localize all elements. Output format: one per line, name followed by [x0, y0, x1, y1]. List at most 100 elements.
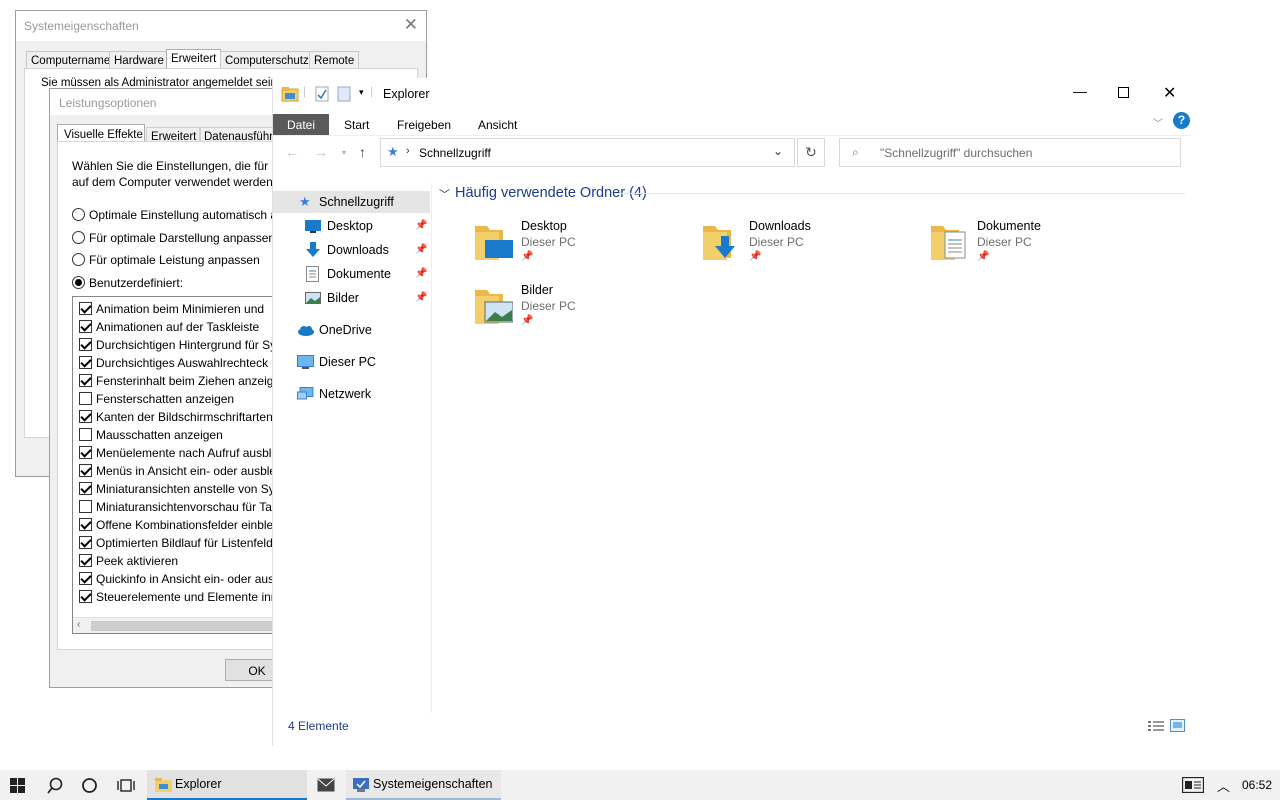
close-icon[interactable]: ✕: [1163, 83, 1176, 103]
explorer-titlebar[interactable]: | ▾ | Explorer — ✕: [273, 78, 1193, 110]
search-box[interactable]: ⌕ "Schnellzugriff" durchsuchen: [839, 138, 1181, 167]
radio-option[interactable]: Optimale Einstellung automatisch a: [72, 207, 288, 223]
effect-checkbox[interactable]: [79, 500, 92, 513]
mail-icon[interactable]: [317, 778, 335, 792]
list-item[interactable]: Durchsichtigen Hintergrund für Sy: [77, 336, 301, 354]
minimize-icon[interactable]: —: [1073, 83, 1087, 99]
folder-tile[interactable]: Desktop Dieser PC 📌: [473, 218, 673, 270]
list-item[interactable]: Fensterinhalt beim Ziehen anzeige: [77, 372, 301, 390]
effect-checkbox[interactable]: [79, 536, 92, 549]
chevron-down-icon[interactable]: ⌄: [773, 144, 783, 158]
effect-checkbox[interactable]: [79, 428, 92, 441]
list-item[interactable]: Optimierten Bildlauf für Listenfeld: [77, 534, 301, 552]
taskbar-app-system-properties[interactable]: Systemeigenschaften: [346, 770, 501, 800]
new-folder-icon[interactable]: [337, 86, 351, 102]
ribbon-tab-datei[interactable]: Datei: [273, 114, 329, 135]
nav-item-quick-access[interactable]: ★ Schnellzugriff: [273, 191, 430, 213]
effect-checkbox[interactable]: [79, 320, 92, 333]
radio-button[interactable]: [72, 208, 85, 221]
effects-list[interactable]: Animation beim Minimieren und Animationen…: [72, 296, 302, 634]
effect-checkbox[interactable]: [79, 518, 92, 531]
folder-tile[interactable]: Dokumente Dieser PC 📌: [929, 218, 1129, 270]
clock[interactable]: 06:52: [1242, 778, 1272, 792]
effect-checkbox[interactable]: [79, 572, 92, 585]
list-item[interactable]: Fensterschatten anzeigen: [77, 390, 301, 408]
list-item[interactable]: Miniaturansichten anstelle von Sy: [77, 480, 301, 498]
list-item[interactable]: Durchsichtiges Auswahlrechteck a: [77, 354, 301, 372]
effect-checkbox[interactable]: [79, 302, 92, 315]
system-properties-titlebar[interactable]: Systemeigenschaften ✕: [16, 11, 426, 41]
cortana-icon[interactable]: [81, 777, 98, 794]
effect-checkbox[interactable]: [79, 554, 92, 567]
properties-icon[interactable]: [315, 86, 329, 102]
task-view-icon[interactable]: [117, 777, 135, 794]
list-item[interactable]: Offene Kombinationsfelder einble: [77, 516, 301, 534]
radio-button[interactable]: [72, 253, 85, 266]
effect-checkbox[interactable]: [79, 446, 92, 459]
effect-checkbox[interactable]: [79, 482, 92, 495]
list-item[interactable]: Menüs in Ansicht ein- oder ausble: [77, 462, 301, 480]
effect-checkbox[interactable]: [79, 356, 92, 369]
scroll-left-icon[interactable]: ‹: [77, 619, 80, 630]
effect-checkbox[interactable]: [79, 374, 92, 387]
large-icons-view-icon[interactable]: [1170, 719, 1185, 732]
list-item[interactable]: Animationen auf der Taskleiste: [77, 318, 301, 336]
news-icon[interactable]: [1182, 777, 1204, 793]
recent-locations-icon[interactable]: ▾: [342, 148, 346, 157]
radio-option[interactable]: Für optimale Darstellung anpassen: [72, 230, 288, 246]
tab-hardware[interactable]: Hardware: [109, 51, 169, 69]
quick-access-toolbar-dropdown-icon[interactable]: ▾: [359, 87, 364, 98]
list-item[interactable]: Kanten der Bildschirmschriftarten: [77, 408, 301, 426]
radio-option[interactable]: Benutzerdefiniert:: [72, 275, 288, 291]
effect-checkbox[interactable]: [79, 392, 92, 405]
list-item[interactable]: Menüelemente nach Aufruf ausbl: [77, 444, 301, 462]
effect-checkbox[interactable]: [79, 338, 92, 351]
collapse-group-icon[interactable]: ﹀: [439, 186, 450, 202]
refresh-icon[interactable]: ↻: [797, 138, 825, 167]
nav-item-network[interactable]: Netzwerk: [273, 383, 430, 405]
list-item[interactable]: Quickinfo in Ansicht ein- oder aus: [77, 570, 301, 588]
nav-item-downloads[interactable]: Downloads 📌: [273, 239, 430, 261]
nav-item-onedrive[interactable]: OneDrive: [273, 319, 430, 341]
back-icon[interactable]: ←: [285, 144, 299, 160]
address-bar[interactable]: ★ › Schnellzugriff ⌄: [380, 138, 795, 167]
forward-icon[interactable]: →: [314, 144, 328, 160]
maximize-icon[interactable]: [1118, 87, 1129, 98]
search-input[interactable]: "Schnellzugriff" durchsuchen: [880, 146, 1032, 160]
help-icon[interactable]: ?: [1173, 112, 1190, 129]
radio-option[interactable]: Für optimale Leistung anpassen: [72, 252, 288, 268]
folder-tile[interactable]: Bilder Dieser PC 📌: [473, 282, 673, 334]
performance-options-titlebar[interactable]: Leistungsoptionen: [50, 89, 288, 115]
scrollbar-thumb[interactable]: [91, 621, 291, 631]
expand-ribbon-icon[interactable]: ﹀: [1153, 115, 1163, 130]
effect-checkbox[interactable]: [79, 590, 92, 603]
list-item[interactable]: Steuerelemente und Elemente inn: [77, 588, 301, 606]
horizontal-scrollbar[interactable]: ‹: [73, 617, 301, 633]
list-item[interactable]: Animation beim Minimieren und: [77, 300, 301, 318]
radio-button[interactable]: [72, 276, 85, 289]
radio-button[interactable]: [72, 231, 85, 244]
nav-item-pictures[interactable]: Bilder 📌: [273, 287, 430, 309]
taskbar-app-explorer[interactable]: Explorer: [147, 770, 307, 800]
windows-start-icon[interactable]: [10, 778, 26, 794]
ribbon-tab-start[interactable]: Start: [344, 114, 369, 135]
nav-item-this-pc[interactable]: Dieser PC: [273, 351, 430, 373]
list-item[interactable]: Mausschatten anzeigen: [77, 426, 301, 444]
list-item[interactable]: Peek aktivieren: [77, 552, 301, 570]
chevron-up-icon[interactable]: ︿: [1217, 776, 1230, 795]
details-view-icon[interactable]: [1148, 720, 1164, 732]
search-icon[interactable]: [47, 777, 64, 794]
close-icon[interactable]: ✕: [404, 15, 418, 35]
ribbon-tab-ansicht[interactable]: Ansicht: [478, 114, 517, 135]
up-icon[interactable]: ↑: [359, 144, 366, 160]
nav-item-documents[interactable]: Dokumente 📌: [273, 263, 430, 285]
chevron-right-icon[interactable]: ›: [406, 145, 410, 157]
list-item[interactable]: Miniaturansichtenvorschau für Ta: [77, 498, 301, 516]
tab-remote[interactable]: Remote: [309, 51, 360, 69]
effect-checkbox[interactable]: [79, 410, 92, 423]
ribbon-tab-freigeben[interactable]: Freigeben: [397, 114, 451, 135]
tab-computername[interactable]: Computername: [26, 51, 116, 69]
folder-tile[interactable]: Downloads Dieser PC 📌: [701, 218, 901, 270]
effect-checkbox[interactable]: [79, 464, 92, 477]
tab-computerschutz[interactable]: Computerschutz: [220, 51, 314, 69]
